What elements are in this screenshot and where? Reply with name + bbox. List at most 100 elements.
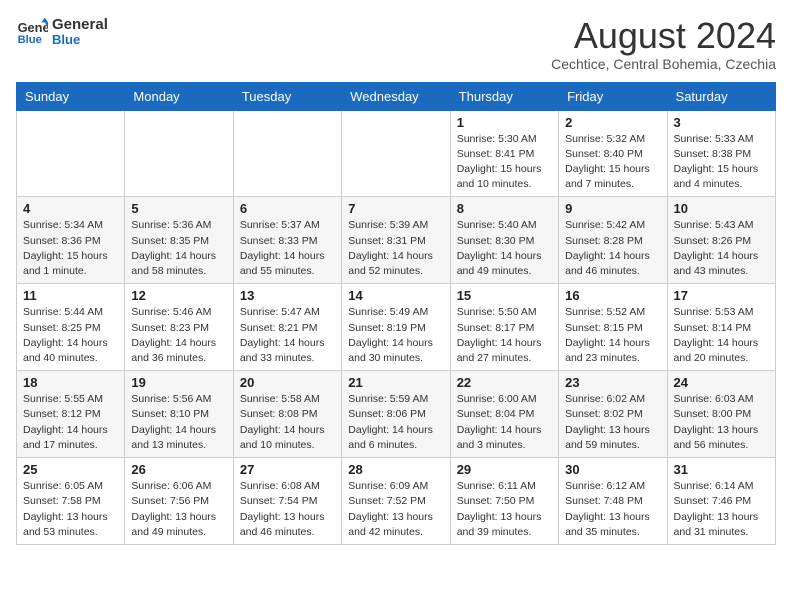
day-number: 1	[457, 115, 552, 130]
day-info: Sunrise: 5:58 AM Sunset: 8:08 PM Dayligh…	[240, 392, 335, 453]
day-number: 20	[240, 375, 335, 390]
weekday-header-thursday: Thursday	[450, 82, 558, 110]
day-number: 27	[240, 462, 335, 477]
day-number: 3	[674, 115, 769, 130]
weekday-header-saturday: Saturday	[667, 82, 775, 110]
calendar-cell: 9Sunrise: 5:42 AM Sunset: 8:28 PM Daylig…	[559, 197, 667, 284]
calendar-cell: 17Sunrise: 5:53 AM Sunset: 8:14 PM Dayli…	[667, 284, 775, 371]
day-number: 29	[457, 462, 552, 477]
calendar-cell: 2 Sunrise: 5:32 AM Sunset: 8:40 PM Daylig…	[559, 110, 667, 197]
day-info: Sunrise: 6:00 AM Sunset: 8:04 PM Dayligh…	[457, 392, 552, 453]
calendar-cell: 20 Sunrise: 5:58 AM Sunset: 8:08 PM Dayli…	[233, 371, 341, 458]
day-number: 12	[131, 288, 226, 303]
page-header: General Blue General Blue August 2024 Ce…	[16, 16, 776, 72]
day-number: 24	[674, 375, 769, 390]
svg-text:Blue: Blue	[18, 34, 42, 46]
calendar-cell	[233, 110, 341, 197]
calendar-week-row: 4Sunrise: 5:34 AM Sunset: 8:36 PM Daylig…	[17, 197, 776, 284]
location-subtitle: Cechtice, Central Bohemia, Czechia	[551, 56, 776, 72]
calendar-cell: 14 Sunrise: 5:49 AM Sunset: 8:19 PM Dayli…	[342, 284, 450, 371]
day-number: 10	[674, 201, 769, 216]
day-info: Sunrise: 5:32 AM Sunset: 8:40 PM Dayligh…	[565, 132, 660, 193]
day-number: 2	[565, 115, 660, 130]
day-info: Sunrise: 5:30 AM Sunset: 8:41 PM Dayligh…	[457, 132, 552, 193]
day-number: 22	[457, 375, 552, 390]
day-info: Sunrise: 5:39 AM Sunset: 8:31 PM Dayligh…	[348, 218, 443, 279]
day-number: 8	[457, 201, 552, 216]
day-info: Sunrise: 5:55 AM Sunset: 8:12 PM Dayligh…	[23, 392, 118, 453]
calendar-cell: 6 Sunrise: 5:37 AM Sunset: 8:33 PM Daylig…	[233, 197, 341, 284]
day-number: 4	[23, 201, 118, 216]
calendar-week-row: 1 Sunrise: 5:30 AM Sunset: 8:41 PM Daylig…	[17, 110, 776, 197]
day-info: Sunrise: 5:46 AM Sunset: 8:23 PM Dayligh…	[131, 305, 226, 366]
day-info: Sunrise: 5:36 AM Sunset: 8:35 PM Dayligh…	[131, 218, 226, 279]
logo: General Blue General Blue	[16, 16, 108, 48]
day-info: Sunrise: 5:40 AM Sunset: 8:30 PM Dayligh…	[457, 218, 552, 279]
day-info: Sunrise: 6:06 AM Sunset: 7:56 PM Dayligh…	[131, 479, 226, 540]
calendar-cell	[17, 110, 125, 197]
day-info: Sunrise: 6:08 AM Sunset: 7:54 PM Dayligh…	[240, 479, 335, 540]
weekday-header-row: SundayMondayTuesdayWednesdayThursdayFrid…	[17, 82, 776, 110]
day-info: Sunrise: 5:44 AM Sunset: 8:25 PM Dayligh…	[23, 305, 118, 366]
day-info: Sunrise: 5:43 AM Sunset: 8:26 PM Dayligh…	[674, 218, 769, 279]
day-number: 7	[348, 201, 443, 216]
day-info: Sunrise: 5:59 AM Sunset: 8:06 PM Dayligh…	[348, 392, 443, 453]
day-number: 26	[131, 462, 226, 477]
day-number: 18	[23, 375, 118, 390]
calendar-cell: 30 Sunrise: 6:12 AM Sunset: 7:48 PM Dayli…	[559, 458, 667, 545]
day-number: 15	[457, 288, 552, 303]
day-info: Sunrise: 5:49 AM Sunset: 8:19 PM Dayligh…	[348, 305, 443, 366]
weekday-header-friday: Friday	[559, 82, 667, 110]
calendar-cell: 23 Sunrise: 6:02 AM Sunset: 8:02 PM Dayli…	[559, 371, 667, 458]
calendar-cell: 12 Sunrise: 5:46 AM Sunset: 8:23 PM Dayli…	[125, 284, 233, 371]
day-number: 13	[240, 288, 335, 303]
calendar-week-row: 25 Sunrise: 6:05 AM Sunset: 7:58 PM Dayli…	[17, 458, 776, 545]
calendar-cell: 8 Sunrise: 5:40 AM Sunset: 8:30 PM Daylig…	[450, 197, 558, 284]
month-year-title: August 2024	[551, 16, 776, 56]
calendar-cell: 5 Sunrise: 5:36 AM Sunset: 8:35 PM Daylig…	[125, 197, 233, 284]
weekday-header-tuesday: Tuesday	[233, 82, 341, 110]
day-info: Sunrise: 5:33 AM Sunset: 8:38 PM Dayligh…	[674, 132, 769, 193]
day-info: Sunrise: 6:09 AM Sunset: 7:52 PM Dayligh…	[348, 479, 443, 540]
weekday-header-wednesday: Wednesday	[342, 82, 450, 110]
calendar-cell	[125, 110, 233, 197]
calendar-cell: 7 Sunrise: 5:39 AM Sunset: 8:31 PM Daylig…	[342, 197, 450, 284]
calendar-cell	[342, 110, 450, 197]
calendar-cell: 25 Sunrise: 6:05 AM Sunset: 7:58 PM Dayli…	[17, 458, 125, 545]
day-info: Sunrise: 5:53 AM Sunset: 8:14 PM Dayligh…	[674, 305, 769, 366]
calendar-table: SundayMondayTuesdayWednesdayThursdayFrid…	[16, 82, 776, 545]
calendar-cell: 18 Sunrise: 5:55 AM Sunset: 8:12 PM Dayli…	[17, 371, 125, 458]
calendar-week-row: 18 Sunrise: 5:55 AM Sunset: 8:12 PM Dayli…	[17, 371, 776, 458]
day-number: 23	[565, 375, 660, 390]
day-info: Sunrise: 6:03 AM Sunset: 8:00 PM Dayligh…	[674, 392, 769, 453]
day-info: Sunrise: 5:56 AM Sunset: 8:10 PM Dayligh…	[131, 392, 226, 453]
calendar-cell: 31Sunrise: 6:14 AM Sunset: 7:46 PM Dayli…	[667, 458, 775, 545]
day-number: 30	[565, 462, 660, 477]
calendar-cell: 26 Sunrise: 6:06 AM Sunset: 7:56 PM Dayli…	[125, 458, 233, 545]
day-info: Sunrise: 6:12 AM Sunset: 7:48 PM Dayligh…	[565, 479, 660, 540]
day-info: Sunrise: 6:02 AM Sunset: 8:02 PM Dayligh…	[565, 392, 660, 453]
day-number: 16	[565, 288, 660, 303]
day-info: Sunrise: 5:52 AM Sunset: 8:15 PM Dayligh…	[565, 305, 660, 366]
calendar-cell: 21 Sunrise: 5:59 AM Sunset: 8:06 PM Dayli…	[342, 371, 450, 458]
day-number: 14	[348, 288, 443, 303]
calendar-week-row: 11 Sunrise: 5:44 AM Sunset: 8:25 PM Dayli…	[17, 284, 776, 371]
calendar-cell: 11 Sunrise: 5:44 AM Sunset: 8:25 PM Dayli…	[17, 284, 125, 371]
calendar-cell: 10 Sunrise: 5:43 AM Sunset: 8:26 PM Dayli…	[667, 197, 775, 284]
day-number: 28	[348, 462, 443, 477]
calendar-cell: 28 Sunrise: 6:09 AM Sunset: 7:52 PM Dayli…	[342, 458, 450, 545]
day-info: Sunrise: 5:42 AM Sunset: 8:28 PM Dayligh…	[565, 218, 660, 279]
day-number: 21	[348, 375, 443, 390]
day-info: Sunrise: 5:37 AM Sunset: 8:33 PM Dayligh…	[240, 218, 335, 279]
calendar-cell: 19Sunrise: 5:56 AM Sunset: 8:10 PM Dayli…	[125, 371, 233, 458]
calendar-cell: 4Sunrise: 5:34 AM Sunset: 8:36 PM Daylig…	[17, 197, 125, 284]
day-number: 25	[23, 462, 118, 477]
day-info: Sunrise: 6:05 AM Sunset: 7:58 PM Dayligh…	[23, 479, 118, 540]
day-info: Sunrise: 5:47 AM Sunset: 8:21 PM Dayligh…	[240, 305, 335, 366]
day-number: 11	[23, 288, 118, 303]
day-number: 6	[240, 201, 335, 216]
day-number: 5	[131, 201, 226, 216]
calendar-cell: 3 Sunrise: 5:33 AM Sunset: 8:38 PM Daylig…	[667, 110, 775, 197]
calendar-cell: 22 Sunrise: 6:00 AM Sunset: 8:04 PM Dayli…	[450, 371, 558, 458]
day-info: Sunrise: 6:14 AM Sunset: 7:46 PM Dayligh…	[674, 479, 769, 540]
